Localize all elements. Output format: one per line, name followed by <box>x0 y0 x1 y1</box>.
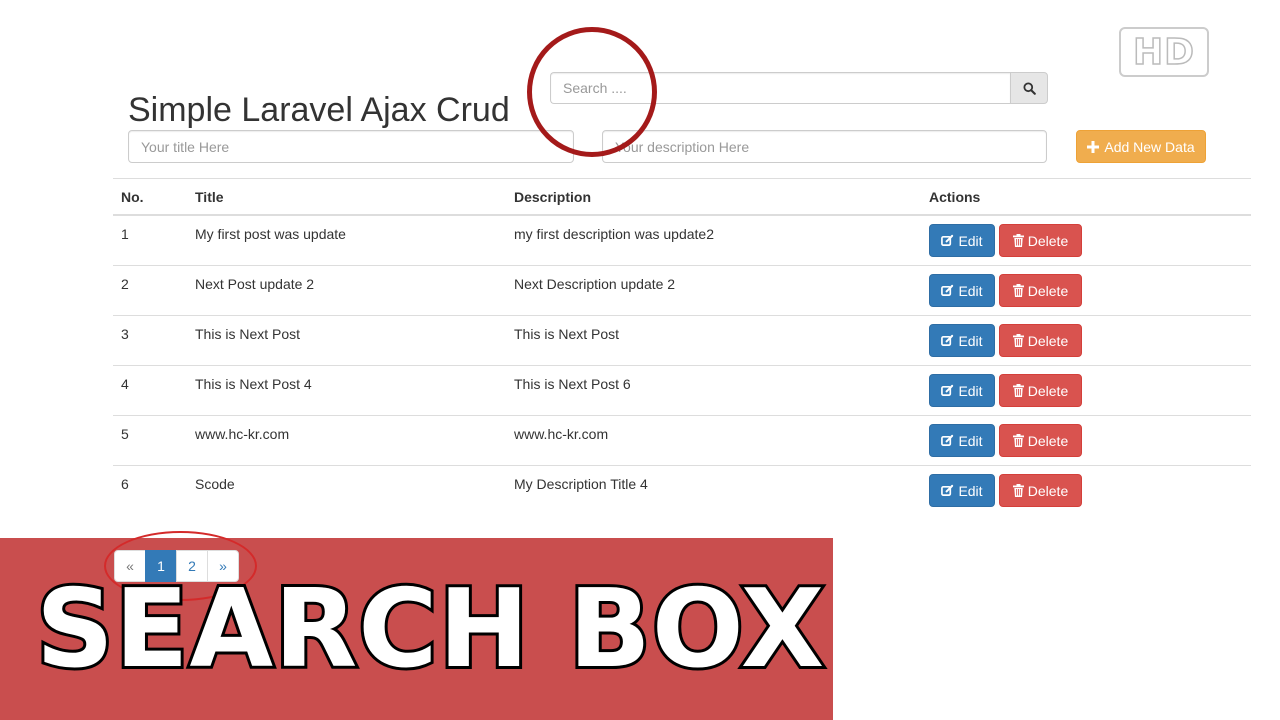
cell-no: 1 <box>113 215 187 266</box>
data-table: No. Title Description Actions 1 My first … <box>113 178 1251 515</box>
search-input[interactable] <box>550 72 1010 104</box>
cell-actions: Edit Delete <box>921 415 1251 466</box>
cell-no: 2 <box>113 265 187 316</box>
edit-label: Edit <box>958 332 983 349</box>
table-row: 4 This is Next Post 4 This is Next Post 6E… <box>113 365 1251 416</box>
trash-icon <box>1012 234 1024 247</box>
delete-button[interactable]: Delete <box>999 424 1082 457</box>
cell-no: 3 <box>113 315 187 366</box>
table-row: 3 This is Next Post This is Next Post Edit D… <box>113 315 1251 366</box>
cell-description: This is Next Post 6 <box>506 365 921 416</box>
cell-title: Next Post update 2 <box>187 265 506 316</box>
search-button[interactable] <box>1010 72 1048 104</box>
delete-label: Delete <box>1027 282 1069 299</box>
cell-description: This is Next Post <box>506 315 921 366</box>
edit-label: Edit <box>958 282 983 299</box>
title-input[interactable] <box>128 130 574 163</box>
cell-no: 6 <box>121 476 129 492</box>
table-header-row: No. Title Description Actions <box>113 178 1251 216</box>
delete-button[interactable]: Delete <box>999 374 1082 407</box>
edit-icon <box>941 334 954 347</box>
description-input[interactable] <box>602 130 1047 163</box>
edit-icon <box>941 484 954 497</box>
delete-button[interactable]: Delete <box>999 474 1082 507</box>
add-new-data-label: Add New Data <box>1104 138 1195 155</box>
delete-label: Delete <box>1027 382 1069 399</box>
cell-description: Next Description update 2 <box>506 265 921 316</box>
edit-label: Edit <box>958 232 983 249</box>
cell-description: www.hc-kr.com <box>506 415 921 466</box>
search-icon <box>1022 81 1036 95</box>
edit-button[interactable]: Edit <box>929 474 995 507</box>
cell-actions: Edit Delete <box>921 466 1251 516</box>
trash-icon <box>1012 434 1024 447</box>
cell-no: 5 <box>113 415 187 466</box>
delete-label: Delete <box>1027 332 1069 349</box>
table-row: 5 www.hc-kr.com www.hc-kr.com Edit Delete <box>113 415 1251 466</box>
edit-label: Edit <box>958 482 983 499</box>
trash-icon <box>1012 484 1024 497</box>
header-title: Title <box>187 178 506 216</box>
edit-button[interactable]: Edit <box>929 274 995 307</box>
cell-actions: Edit Delete <box>921 265 1251 316</box>
cell-description: my first description was update2 <box>506 215 921 266</box>
delete-label: Delete <box>1027 482 1069 499</box>
cell-no: 4 <box>113 365 187 416</box>
cell-title: My first post was update <box>187 215 506 266</box>
table-row: 6 Scode My Description Title 4 Edit Delete <box>113 466 1251 516</box>
table-row: 2 Next Post update 2 Next Description upda… <box>113 265 1251 316</box>
delete-button[interactable]: Delete <box>999 324 1082 357</box>
edit-button[interactable]: Edit <box>929 374 995 407</box>
cell-title: Scode <box>195 476 235 492</box>
edit-icon <box>941 384 954 397</box>
header-actions: Actions <box>921 178 1251 216</box>
add-new-data-button[interactable]: Add New Data <box>1076 130 1206 163</box>
delete-label: Delete <box>1027 232 1069 249</box>
page-title: Simple Laravel Ajax Crud <box>128 90 510 129</box>
edit-button[interactable]: Edit <box>929 224 995 257</box>
cell-title: This is Next Post 4 <box>187 365 506 416</box>
edit-label: Edit <box>958 432 983 449</box>
edit-icon <box>941 234 954 247</box>
cell-actions: Edit Delete <box>921 215 1251 266</box>
trash-icon <box>1012 284 1024 297</box>
hd-badge: HD <box>1119 27 1209 77</box>
delete-button[interactable]: Delete <box>999 224 1082 257</box>
banner-text: SEARCH BOX <box>33 565 827 695</box>
edit-icon <box>941 284 954 297</box>
edit-button[interactable]: Edit <box>929 324 995 357</box>
trash-icon <box>1012 334 1024 347</box>
table-row: 1 My first post was update my first descri… <box>113 215 1251 266</box>
trash-icon <box>1012 384 1024 397</box>
edit-icon <box>941 434 954 447</box>
delete-label: Delete <box>1027 432 1069 449</box>
edit-label: Edit <box>958 382 983 399</box>
cell-title: www.hc-kr.com <box>187 415 506 466</box>
cell-description: My Description Title 4 <box>514 476 648 492</box>
edit-button[interactable]: Edit <box>929 424 995 457</box>
cell-actions: Edit Delete <box>921 365 1251 416</box>
cell-actions: Edit Delete <box>921 315 1251 366</box>
header-description: Description <box>506 178 921 216</box>
header-no: No. <box>113 178 187 216</box>
cell-title: This is Next Post <box>187 315 506 366</box>
plus-icon <box>1087 140 1100 153</box>
delete-button[interactable]: Delete <box>999 274 1082 307</box>
